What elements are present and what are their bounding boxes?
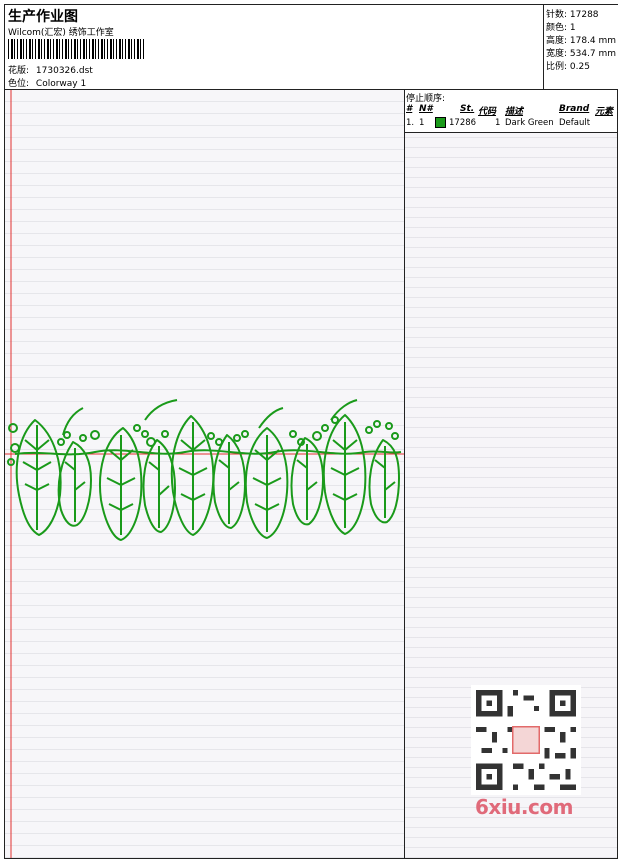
row-description: Dark Green bbox=[505, 118, 554, 128]
embroidery-preview bbox=[5, 90, 405, 858]
column-header-description: 描述 bbox=[505, 107, 524, 117]
colorway-value: Colorway 1 bbox=[35, 79, 87, 89]
stop-sequence-title: 停止顺序: bbox=[406, 94, 446, 104]
column-header-code: 代码 bbox=[478, 107, 497, 117]
column-header-index: # bbox=[406, 104, 413, 114]
design-scale: 比例: 0.25 bbox=[546, 62, 590, 72]
stop-sequence-table: 停止顺序: # N# St. 代码 描述 Brand 元素 1. 1 17286… bbox=[405, 90, 617, 133]
row-brand: Default bbox=[559, 118, 591, 128]
column-header-stitches: St. bbox=[460, 104, 475, 114]
design-file: 1730326.dst bbox=[35, 66, 93, 76]
colorway-label: 色位: bbox=[8, 79, 30, 89]
embroidery-drawing bbox=[5, 90, 404, 858]
page-title: 生产作业图 bbox=[8, 9, 78, 25]
column-header-brand: Brand bbox=[559, 104, 590, 114]
header: 生产作业图 Wilcom(汇宏) 绣饰工作室 花版: 1730326.dst 色… bbox=[5, 5, 618, 90]
row-needle: 1 bbox=[419, 118, 425, 128]
leaf-border-motif bbox=[7, 399, 402, 541]
design-label: 花版: bbox=[8, 66, 30, 76]
watermark: 6xiu.com bbox=[475, 795, 573, 819]
row-index: 1. bbox=[406, 118, 415, 128]
column-header-element: 元素 bbox=[595, 107, 614, 117]
design-height: 高度: 178.4 mm bbox=[546, 36, 617, 46]
company-name: Wilcom(汇宏) 绣饰工作室 bbox=[8, 28, 114, 38]
barcode bbox=[8, 39, 144, 59]
row-stitches: 17286 bbox=[449, 118, 477, 128]
column-header-needle: N# bbox=[419, 104, 433, 114]
design-stats: 针数: 17288 颜色: 1 高度: 178.4 mm 宽度: 534.7 m… bbox=[543, 5, 618, 89]
design-width: 宽度: 534.7 mm bbox=[546, 49, 617, 59]
qr-code bbox=[471, 685, 581, 795]
row-code: 1 bbox=[495, 118, 501, 128]
color-count: 颜色: 1 bbox=[546, 23, 576, 33]
production-worksheet: 生产作业图 Wilcom(汇宏) 绣饰工作室 花版: 1730326.dst 色… bbox=[4, 4, 618, 859]
colorway-line: 色位: Colorway 1 bbox=[8, 76, 86, 89]
design-line: 花版: 1730326.dst bbox=[8, 63, 93, 76]
stitch-count: 针数: 17288 bbox=[546, 10, 599, 20]
color-swatch bbox=[435, 117, 446, 128]
